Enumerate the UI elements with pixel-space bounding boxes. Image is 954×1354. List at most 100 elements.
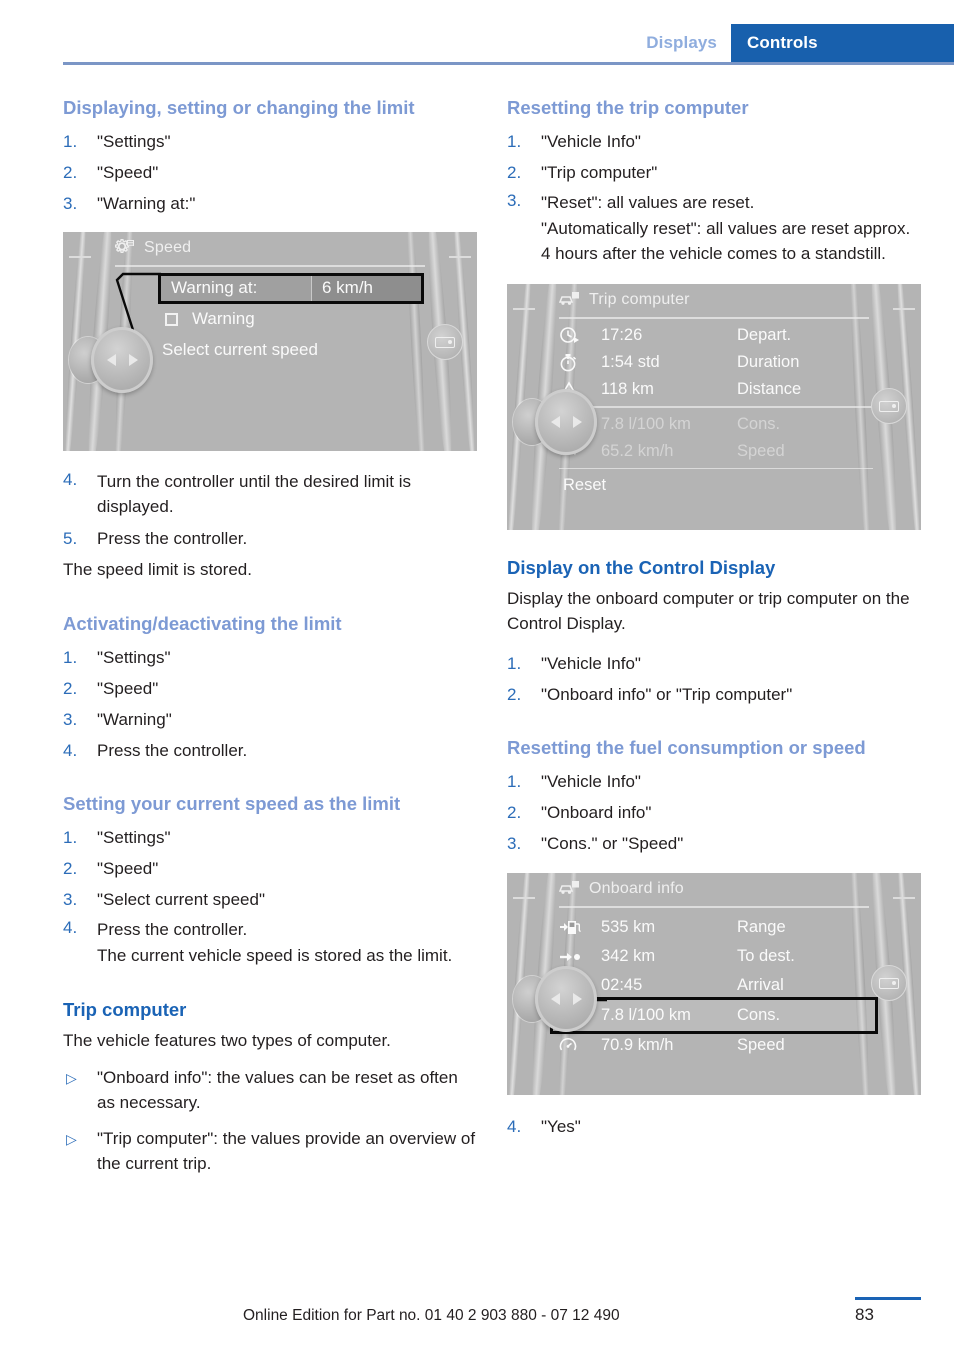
list-item: ▷ "Trip computer": the values provide an … [63, 1126, 479, 1176]
list-item: 1. "Vehicle Info" [507, 126, 923, 157]
step-number: 2. [63, 163, 78, 182]
display-title-text: Onboard info [589, 880, 684, 897]
tab-controls[interactable]: Controls [731, 24, 954, 62]
vehicle-info-icon [559, 292, 579, 305]
list-item: 2. "Onboard info" or "Trip computer" [507, 679, 923, 710]
list-item: 1. "Vehicle Info" [507, 766, 923, 797]
list-item: 4. "Yes" [507, 1111, 923, 1142]
table-row[interactable]: 65.2 km/h Speed [559, 438, 873, 465]
right-arrow-icon [572, 993, 582, 1005]
list-item: 1. "Settings" [63, 642, 479, 673]
range-fuel-icon [559, 918, 601, 938]
display-title-divider [559, 906, 869, 908]
table-row[interactable]: 7.8 l/100 km Cons. [559, 411, 873, 438]
cell-value: 1:54 std [601, 353, 660, 371]
tab-displays[interactable]: Displays [632, 24, 731, 62]
bezel-tick [893, 308, 915, 310]
steps-displaying-setting-changing-limit: 1. "Settings" 2. "Speed" 3. "Warning at:" [63, 126, 479, 219]
step-number: 4. [63, 918, 78, 937]
display-back-icon[interactable] [871, 965, 907, 1001]
step-number: 1. [63, 648, 78, 667]
list-item: 2. "Speed" [63, 853, 479, 884]
cell-label: Arrival [737, 976, 784, 994]
controller-knob-icon[interactable] [535, 966, 597, 1032]
step-text: Press the controller. [97, 529, 248, 548]
table-row[interactable]: 1:54 std Duration [559, 349, 873, 376]
steps-resetting-fuel-consumption-or-speed: 1. "Vehicle Info" 2. "Onboard info" 3. "Con… [507, 766, 923, 859]
stopwatch-icon [559, 353, 601, 373]
step-text: "Trip computer" [541, 163, 658, 182]
step-text: "Vehicle Info" [541, 132, 641, 151]
manual-page: Displays Controls Displaying, setting or… [0, 0, 954, 1354]
list-item: 1. "Settings" [63, 126, 479, 157]
list-item: 2. "Trip computer" [507, 157, 923, 188]
controller-knob-icon[interactable] [91, 327, 153, 393]
cell-label: Speed [737, 441, 785, 460]
display-title-divider [559, 317, 869, 319]
list-item: 2. "Speed" [63, 673, 479, 704]
display-back-icon[interactable] [427, 324, 463, 360]
controller-knob-icon[interactable] [535, 389, 597, 455]
list-item: 3. "Warning" [63, 704, 479, 735]
step-text: "Onboard info" [541, 803, 652, 822]
cell-label: Duration [737, 353, 800, 371]
step-text: "Settings" [97, 648, 171, 667]
step-number: 4. [63, 741, 78, 760]
step-subtext: The current vehicle speed is stored as t… [97, 946, 453, 965]
step-text: "Settings" [97, 828, 171, 847]
table-row[interactable]: 17:26 Depart. [559, 322, 873, 349]
table-row[interactable]: 535 km Range [559, 913, 873, 942]
warning-at-field[interactable]: Warning at: 6 km/h [158, 273, 424, 304]
steps-display-on-control-display: 1. "Vehicle Info" 2. "Onboard info" or "Tr… [507, 648, 923, 710]
step-text: "Settings" [97, 132, 171, 151]
display-title-row: Speed [115, 239, 191, 257]
display-back-icon[interactable] [871, 388, 907, 424]
list-item: 3. "Select current speed" [63, 884, 479, 915]
reset-menu-item[interactable]: Reset [559, 472, 873, 499]
left-arrow-icon [550, 993, 560, 1005]
table-row[interactable]: 342 km To dest. [559, 942, 873, 971]
depart-clock-icon [559, 326, 601, 346]
step-number: 2. [63, 859, 78, 878]
right-arrow-icon [128, 354, 138, 366]
cell-value: 65.2 km/h [601, 441, 674, 460]
table-row[interactable]: 118 km Distance [559, 376, 873, 403]
right-column: Resetting the trip computer 1. "Vehicle I… [507, 96, 923, 1142]
step-text: "Vehicle Info" [541, 654, 641, 673]
trip-computer-intro: The vehicle features two types of comput… [63, 1031, 391, 1050]
cell-value: 535 km [601, 918, 656, 936]
step-text: "Select current speed" [97, 890, 265, 909]
bezel-tick [513, 897, 535, 899]
step-number: 5. [63, 529, 78, 548]
step-number: 4. [507, 1117, 522, 1136]
bezel-tick [513, 308, 535, 310]
step-number: 1. [507, 132, 522, 151]
settings-gear-icon [115, 239, 134, 254]
list-item: 4. Press the controller. The current veh… [63, 915, 479, 972]
cell-value: 70.9 km/h [601, 1036, 674, 1054]
heading-setting-current-speed-as-limit: Setting your current speed as the limit [63, 793, 401, 814]
cell-value: 17:26 [601, 326, 643, 344]
bezel-tick [449, 256, 471, 258]
reset-label: Reset [563, 476, 607, 494]
select-current-speed-option[interactable]: Select current speed [162, 340, 318, 360]
vehicle-info-icon [559, 881, 579, 894]
page-header: Displays Controls [0, 0, 954, 66]
left-arrow-icon [550, 416, 560, 428]
bezel-tick [69, 256, 91, 258]
step-text: "Speed" [97, 679, 159, 698]
list-item: 3. "Warning at:" [63, 188, 479, 219]
bullet-text: "Onboard info": the values can be reset … [97, 1068, 458, 1112]
cell-label: Speed [737, 1036, 785, 1054]
callout-leader-line [115, 272, 161, 331]
list-item: ▷ "Onboard info": the values can be reset… [63, 1065, 479, 1115]
page-footer: Online Edition for Part no. 01 40 2 903 … [0, 1284, 954, 1354]
step-text: Press the controller. [97, 920, 248, 939]
step-number: 3. [63, 710, 78, 729]
step-text: Turn the controller until the desired li… [97, 472, 412, 516]
step-number: 3. [507, 191, 522, 210]
step-number: 1. [507, 654, 522, 673]
warning-checkbox-row[interactable]: Warning [165, 309, 255, 329]
speed-limit-stored-note: The speed limit is stored. [63, 560, 252, 579]
table-row[interactable]: 70.9 km/h Speed [559, 1031, 873, 1060]
